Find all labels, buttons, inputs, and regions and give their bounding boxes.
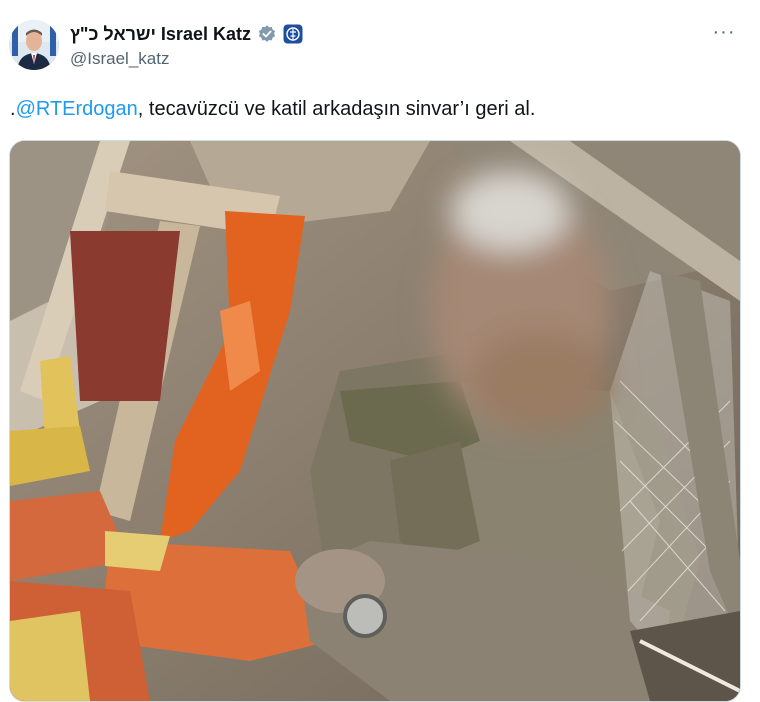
author-name-row[interactable]: ישראל כ"ץ Israel Katz — [70, 22, 303, 46]
avatar[interactable] — [9, 20, 59, 70]
more-options-icon[interactable]: ··· — [710, 18, 738, 46]
tweet-media-photo[interactable] — [9, 140, 741, 702]
display-name[interactable]: ישראל כ"ץ Israel Katz — [70, 24, 251, 45]
text-body: , tecavüzcü ve katil arkadaşın sinvar’ı … — [137, 98, 536, 120]
mention-link[interactable]: @RTErdogan — [16, 98, 138, 120]
tweet-card: ישראל כ"ץ Israel Katz @Israel_katz ··· .… — [0, 0, 760, 702]
tweet-text: .@RTErdogan, tecavüzcü ve katil arkadaşı… — [10, 96, 535, 122]
verified-badge-icon[interactable] — [257, 24, 277, 44]
rubble-photo — [10, 141, 740, 701]
avatar-photo — [9, 20, 59, 70]
author-handle[interactable]: @Israel_katz — [70, 49, 169, 69]
government-emblem-icon[interactable] — [283, 24, 303, 44]
